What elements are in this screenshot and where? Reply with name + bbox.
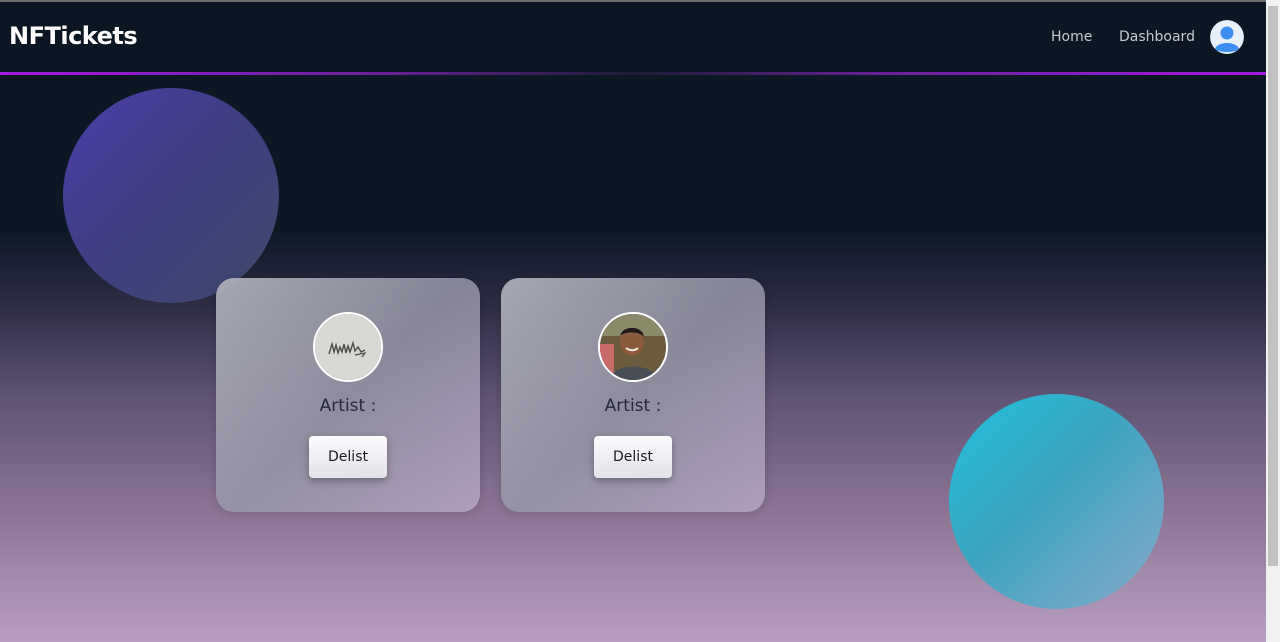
decorative-purple-circle (63, 88, 279, 303)
user-avatar-icon[interactable] (1210, 20, 1244, 54)
signature-artwork-image (313, 312, 383, 382)
artist-label: Artist : (319, 396, 377, 416)
person-photo-image (598, 312, 668, 382)
top-navbar: NFTickets Home Dashboard (0, 2, 1266, 72)
artist-card: Artist : Delist (501, 278, 765, 512)
brand-logo[interactable]: NFTickets (9, 22, 138, 50)
page-background: NFTickets Home Dashboard Artist : Delist (0, 0, 1266, 642)
decorative-cyan-circle (949, 394, 1164, 609)
navbar-accent-line (0, 72, 1266, 75)
delist-button[interactable]: Delist (594, 436, 672, 478)
delist-button[interactable]: Delist (309, 436, 387, 478)
scrollbar-thumb[interactable] (1268, 6, 1278, 566)
window-top-border (0, 0, 1266, 2)
page-scrollbar[interactable] (1266, 0, 1280, 642)
nav-link-dashboard[interactable]: Dashboard (1119, 29, 1195, 45)
artist-label: Artist : (604, 396, 662, 416)
artist-card: Artist : Delist (216, 278, 480, 512)
nav-link-home[interactable]: Home (1051, 29, 1092, 45)
